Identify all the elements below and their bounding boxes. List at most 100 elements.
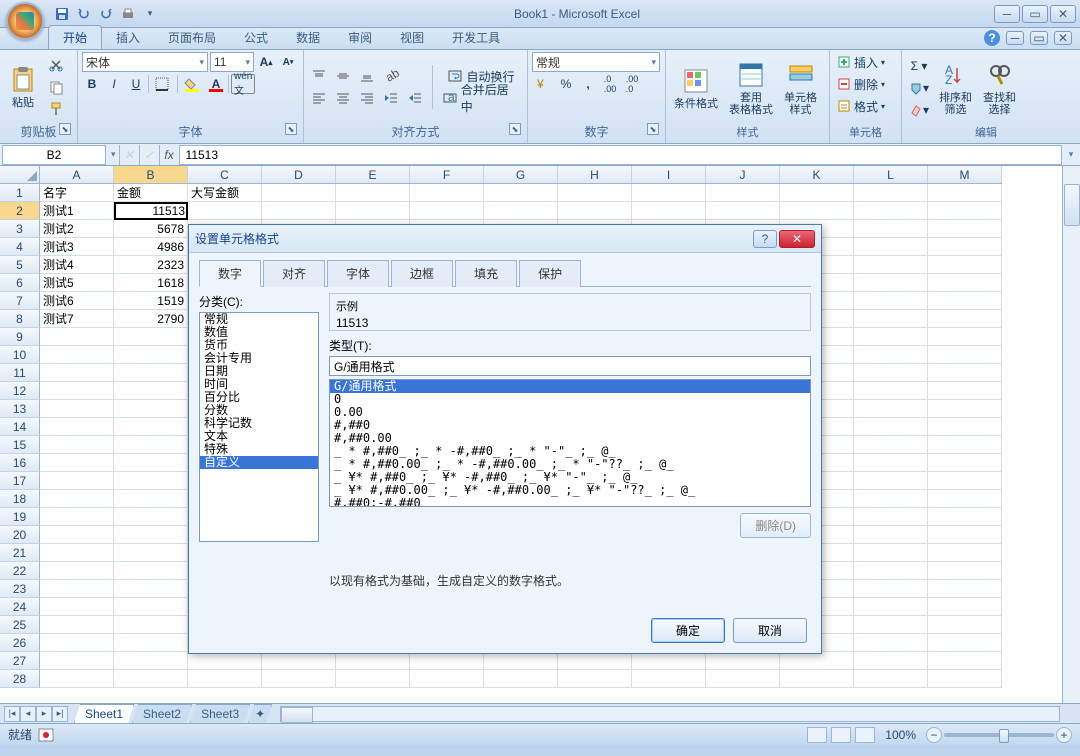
zoom-slider[interactable] (944, 733, 1054, 737)
autosum[interactable]: Σ ▾ (906, 56, 932, 76)
dialog-titlebar[interactable]: 设置单元格格式 ? ✕ (189, 225, 821, 253)
increase-indent[interactable] (404, 88, 426, 108)
column-headers[interactable]: ABCDEFGHIJKLM (40, 166, 1002, 184)
dlgtab-protection[interactable]: 保护 (519, 260, 581, 287)
mdi-close[interactable]: ✕ (1054, 31, 1072, 45)
percent-format[interactable]: % (556, 74, 576, 94)
type-input[interactable] (329, 356, 811, 376)
tab-review[interactable]: 审阅 (334, 26, 386, 49)
font-launcher[interactable]: ⬊ (285, 123, 297, 135)
align-top[interactable] (308, 66, 330, 86)
mdi-minimize[interactable]: ─ (1006, 31, 1024, 45)
font-color-button[interactable]: A (206, 74, 226, 94)
sort-filter[interactable]: AZ排序和 筛选 (935, 58, 976, 118)
align-center[interactable] (332, 88, 354, 108)
quickprint-button[interactable] (118, 4, 138, 24)
find-select[interactable]: 查找和 选择 (979, 58, 1020, 118)
tab-nav[interactable]: |◂◂▸▸| (4, 706, 68, 722)
shrink-font[interactable]: A▾ (278, 52, 298, 72)
dlgtab-font[interactable]: 字体 (327, 260, 389, 287)
dialog-close-button[interactable]: ✕ (779, 230, 815, 248)
tab-pagelayout[interactable]: 页面布局 (154, 26, 230, 49)
help-icon[interactable]: ? (984, 30, 1000, 46)
align-middle[interactable] (332, 66, 354, 86)
cell-styles[interactable]: 单元格 样式 (780, 58, 821, 118)
tab-home[interactable]: 开始 (48, 25, 102, 49)
conditional-format[interactable]: 条件格式 (670, 64, 722, 112)
align-launcher[interactable]: ⬊ (509, 123, 521, 135)
sheet-tab-1[interactable]: Sheet1 (74, 704, 134, 723)
cancel-button[interactable]: 取消 (733, 618, 807, 643)
vertical-scrollbar[interactable] (1062, 166, 1080, 703)
clipboard-launcher[interactable]: ⬊ (59, 123, 71, 135)
border-button[interactable] (151, 74, 175, 94)
tab-view[interactable]: 视图 (386, 26, 438, 49)
format-as-table[interactable]: 套用 表格格式 (725, 58, 777, 118)
merge-center[interactable]: a合并后居中 (439, 88, 523, 108)
tab-insert[interactable]: 插入 (102, 26, 154, 49)
sheet-tab-2[interactable]: Sheet2 (132, 704, 192, 723)
row-headers[interactable]: 1234567891011121314151617181920212223242… (0, 184, 40, 688)
category-listbox[interactable]: 常规数值货币会计专用日期时间百分比分数科学记数文本特殊自定义 (199, 312, 319, 542)
increase-decimal[interactable]: .0.00 (600, 74, 620, 94)
formatpainter-button[interactable] (45, 99, 67, 119)
delete-cells[interactable]: 删除▾ (834, 74, 897, 94)
fill-button[interactable]: ▾ (906, 78, 932, 98)
mdi-restore[interactable]: ▭ (1030, 31, 1048, 45)
copy-button[interactable] (45, 77, 67, 97)
close-button[interactable]: ✕ (1050, 5, 1076, 23)
tab-formulas[interactable]: 公式 (230, 26, 282, 49)
maximize-button[interactable]: ▭ (1022, 5, 1048, 23)
font-size-combo[interactable]: 11▾ (210, 52, 254, 72)
redo-button[interactable] (96, 4, 116, 24)
decrease-indent[interactable] (380, 88, 402, 108)
macro-record-icon[interactable] (38, 728, 54, 742)
office-button[interactable] (6, 2, 44, 40)
align-bottom[interactable] (356, 66, 378, 86)
enter-fx[interactable]: ✓ (139, 145, 159, 165)
orientation[interactable]: ab (380, 66, 402, 86)
zoom-level[interactable]: 100% (885, 728, 916, 742)
formula-input[interactable]: 11513 (179, 145, 1062, 165)
comma-format[interactable]: , (578, 74, 598, 94)
minimize-button[interactable]: ─ (994, 5, 1020, 23)
align-right[interactable] (356, 88, 378, 108)
cut-button[interactable] (45, 55, 67, 75)
accounting-format[interactable]: ¥ (532, 74, 554, 94)
view-normal[interactable] (807, 727, 827, 743)
name-box[interactable]: B2 (2, 145, 106, 165)
paste-button[interactable]: 粘贴 (4, 63, 42, 111)
ok-button[interactable]: 确定 (651, 618, 725, 643)
undo-button[interactable] (74, 4, 94, 24)
fx-button[interactable]: fx (159, 145, 179, 165)
tab-data[interactable]: 数据 (282, 26, 334, 49)
grow-font[interactable]: A▴ (256, 52, 276, 72)
number-format-combo[interactable]: 常规▾ (532, 52, 660, 72)
italic-button[interactable]: I (104, 74, 124, 94)
cancel-fx[interactable]: ✕ (119, 145, 139, 165)
format-cells[interactable]: 格式▾ (834, 96, 897, 116)
phonetic-button[interactable]: wén文 (231, 74, 255, 94)
dlgtab-fill[interactable]: 填充 (455, 260, 517, 287)
number-launcher[interactable]: ⬊ (647, 123, 659, 135)
view-pagelayout[interactable] (831, 727, 851, 743)
bold-button[interactable]: B (82, 74, 102, 94)
dlgtab-border[interactable]: 边框 (391, 260, 453, 287)
insert-cells[interactable]: 插入▾ (834, 52, 897, 72)
font-name-combo[interactable]: 宋体▾ (82, 52, 208, 72)
zoom-in[interactable]: + (1056, 727, 1072, 743)
zoom-out[interactable]: − (926, 727, 942, 743)
save-button[interactable] (52, 4, 72, 24)
dlgtab-alignment[interactable]: 对齐 (263, 260, 325, 287)
dlgtab-number[interactable]: 数字 (199, 260, 261, 287)
decrease-decimal[interactable]: .00.0 (622, 74, 642, 94)
view-pagebreak[interactable] (855, 727, 875, 743)
tab-developer[interactable]: 开发工具 (438, 26, 514, 49)
align-left[interactable] (308, 88, 330, 108)
qat-customize[interactable]: ▾ (140, 4, 160, 24)
clear-button[interactable]: ▾ (906, 100, 932, 120)
type-listbox[interactable]: G/通用格式00.00#,##0#,##0.00_ * #,##0_ ;_ * … (329, 379, 811, 507)
fill-color-button[interactable] (180, 74, 204, 94)
dialog-help-button[interactable]: ? (753, 230, 777, 248)
horizontal-scrollbar[interactable] (280, 706, 1060, 722)
